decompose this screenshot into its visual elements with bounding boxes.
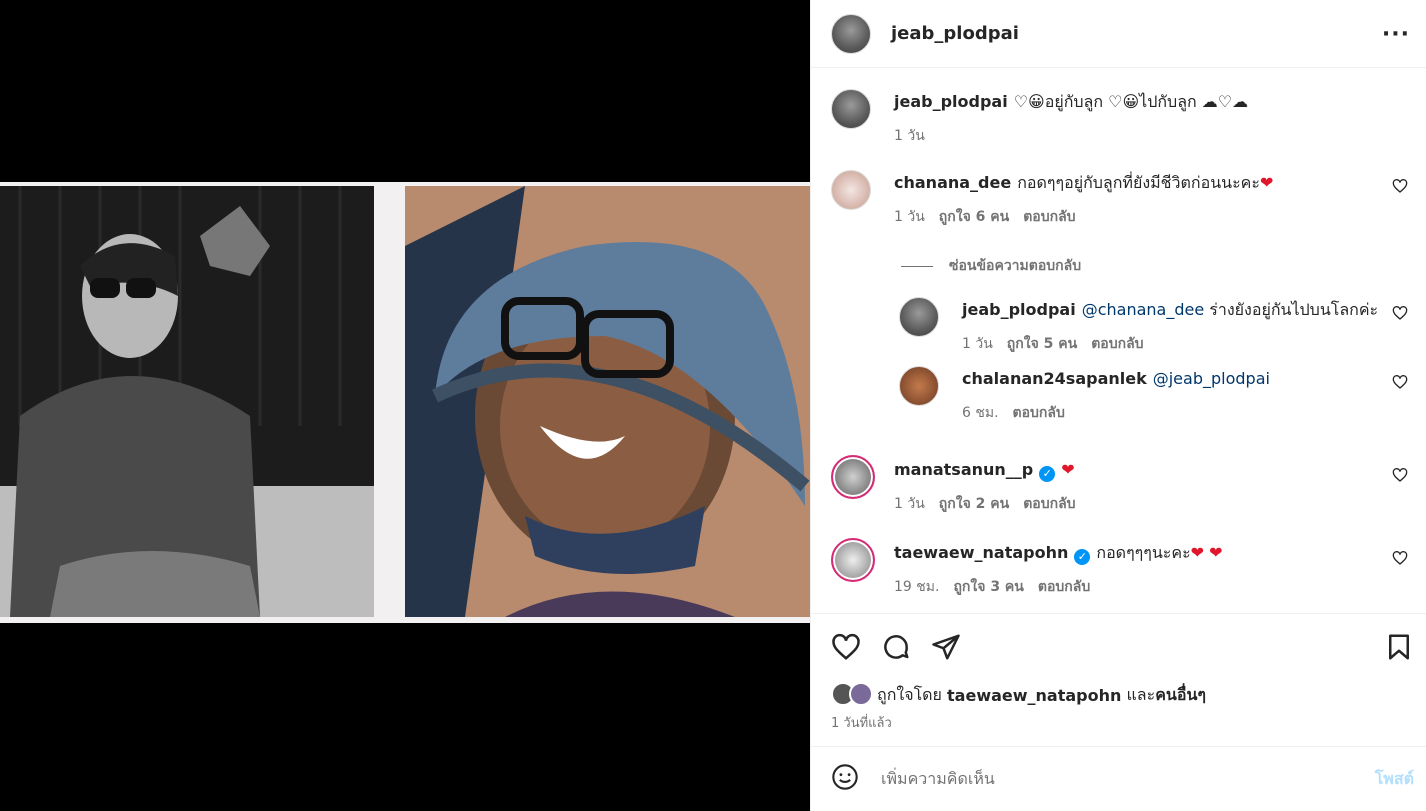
likes-summary[interactable]: ถูกใจโดย taewaew_natapohn และ คนอื่นๆ — [831, 682, 1206, 708]
mention-link[interactable]: @jeab_plodpai — [1153, 369, 1270, 388]
reply-time: 6 ชม. — [962, 405, 999, 421]
likes-others[interactable]: คนอื่นๆ — [1155, 683, 1206, 708]
reply-button[interactable]: ตอบกลับ — [1013, 405, 1065, 421]
post-timestamp: 1 วันที่แล้ว — [831, 716, 892, 731]
like-comment-icon[interactable] — [1392, 550, 1408, 566]
liker-avatars — [831, 682, 877, 708]
likes-and: และ — [1126, 684, 1156, 704]
comment-icon[interactable] — [881, 632, 913, 664]
hide-replies-label: ซ่อนข้อความตอบกลับ — [949, 258, 1082, 274]
reply-time: 1 วัน — [962, 336, 993, 352]
comment-likes[interactable]: ถูกใจ 6 คน — [939, 209, 1009, 225]
photo-right — [405, 186, 810, 617]
comment-time: 1 วัน — [894, 209, 925, 225]
reply-avatar[interactable] — [899, 297, 939, 337]
likes-prefix: ถูกใจโดย — [877, 684, 942, 704]
reply-button[interactable]: ตอบกลับ — [1038, 579, 1090, 595]
heart-emoji: ❤ — [1259, 173, 1274, 192]
comment-text: กอดๆๆอยู่กับลูกที่ยังมีชีวิตก่อนนะคะ — [1017, 173, 1260, 192]
action-bar — [811, 614, 1426, 680]
comment-username[interactable]: taewaew_natapohn — [894, 543, 1068, 562]
reply-text: ร่างยังอยู่กันไปบนโลกค่ะ — [1209, 300, 1379, 319]
comment-username[interactable]: chanana_dee — [894, 173, 1011, 192]
more-options-icon[interactable]: ··· — [1382, 22, 1410, 47]
photo-left — [0, 186, 374, 617]
like-comment-icon[interactable] — [1392, 178, 1408, 194]
heart-emoji: ❤ ❤ — [1190, 543, 1223, 562]
comment-composer: เพิ่มความคิดเห็น โพสต์ — [811, 746, 1426, 811]
comment-avatar[interactable] — [831, 538, 875, 582]
comments-list[interactable]: jeab_plodpai ♡😀อยู่กับลูก ♡😀ไปกับลูก ☁♡☁ … — [811, 69, 1426, 614]
caption-avatar[interactable] — [831, 89, 871, 129]
verified-badge-icon: ✓ — [1074, 549, 1091, 565]
like-icon[interactable] — [831, 632, 863, 664]
caption-text: ♡😀อยู่กับลูก ♡😀ไปกับลูก ☁♡☁ — [1013, 92, 1249, 111]
comment-username[interactable]: manatsanun__p — [894, 460, 1033, 479]
comment-time: 19 ชม. — [894, 579, 940, 595]
comment-time: 1 วัน — [894, 496, 925, 512]
author-avatar[interactable] — [831, 13, 871, 54]
post-header: jeab_plodpai ··· — [811, 0, 1426, 68]
liker-username[interactable]: taewaew_natapohn — [947, 686, 1121, 705]
like-comment-icon[interactable] — [1392, 305, 1408, 321]
caption-meta: 1 วัน — [894, 125, 939, 147]
reply-button[interactable]: ตอบกลับ — [1023, 209, 1075, 225]
verified-badge-icon: ✓ — [1039, 466, 1056, 482]
caption-username[interactable]: jeab_plodpai — [894, 92, 1008, 111]
hide-replies-button[interactable]: ซ่อนข้อความตอบกลับ — [901, 255, 1081, 277]
comment-likes[interactable]: ถูกใจ 3 คน — [953, 579, 1023, 595]
comment-avatar[interactable] — [831, 170, 871, 210]
reply-button[interactable]: ตอบกลับ — [1023, 496, 1075, 512]
post-panel: jeab_plodpai ··· jeab_plodpai ♡😀อยู่กับลู… — [810, 0, 1426, 811]
reply-button[interactable]: ตอบกลับ — [1091, 336, 1143, 352]
comment-avatar[interactable] — [831, 455, 875, 499]
comment-text: กอดๆๆๆนะคะ — [1096, 543, 1191, 562]
share-icon[interactable] — [931, 632, 963, 664]
like-comment-icon[interactable] — [1392, 467, 1408, 483]
like-comment-icon[interactable] — [1392, 374, 1408, 390]
caption-time: 1 วัน — [894, 128, 925, 144]
reply-avatar[interactable] — [899, 366, 939, 406]
post-button[interactable]: โพสต์ — [1375, 767, 1414, 792]
post-media[interactable] — [0, 0, 810, 811]
reply-username[interactable]: chalanan24sapanlek — [962, 369, 1147, 388]
heart-emoji: ❤ — [1061, 460, 1075, 479]
reply-username[interactable]: jeab_plodpai — [962, 300, 1076, 319]
comment-likes[interactable]: ถูกใจ 2 คน — [939, 496, 1009, 512]
emoji-icon[interactable] — [831, 763, 859, 795]
author-username[interactable]: jeab_plodpai — [891, 23, 1019, 44]
save-icon[interactable] — [1384, 632, 1416, 664]
mention-link[interactable]: @chanana_dee — [1082, 300, 1204, 319]
comment-input[interactable]: เพิ่มความคิดเห็น — [881, 767, 1375, 792]
reply-likes[interactable]: ถูกใจ 5 คน — [1007, 336, 1077, 352]
